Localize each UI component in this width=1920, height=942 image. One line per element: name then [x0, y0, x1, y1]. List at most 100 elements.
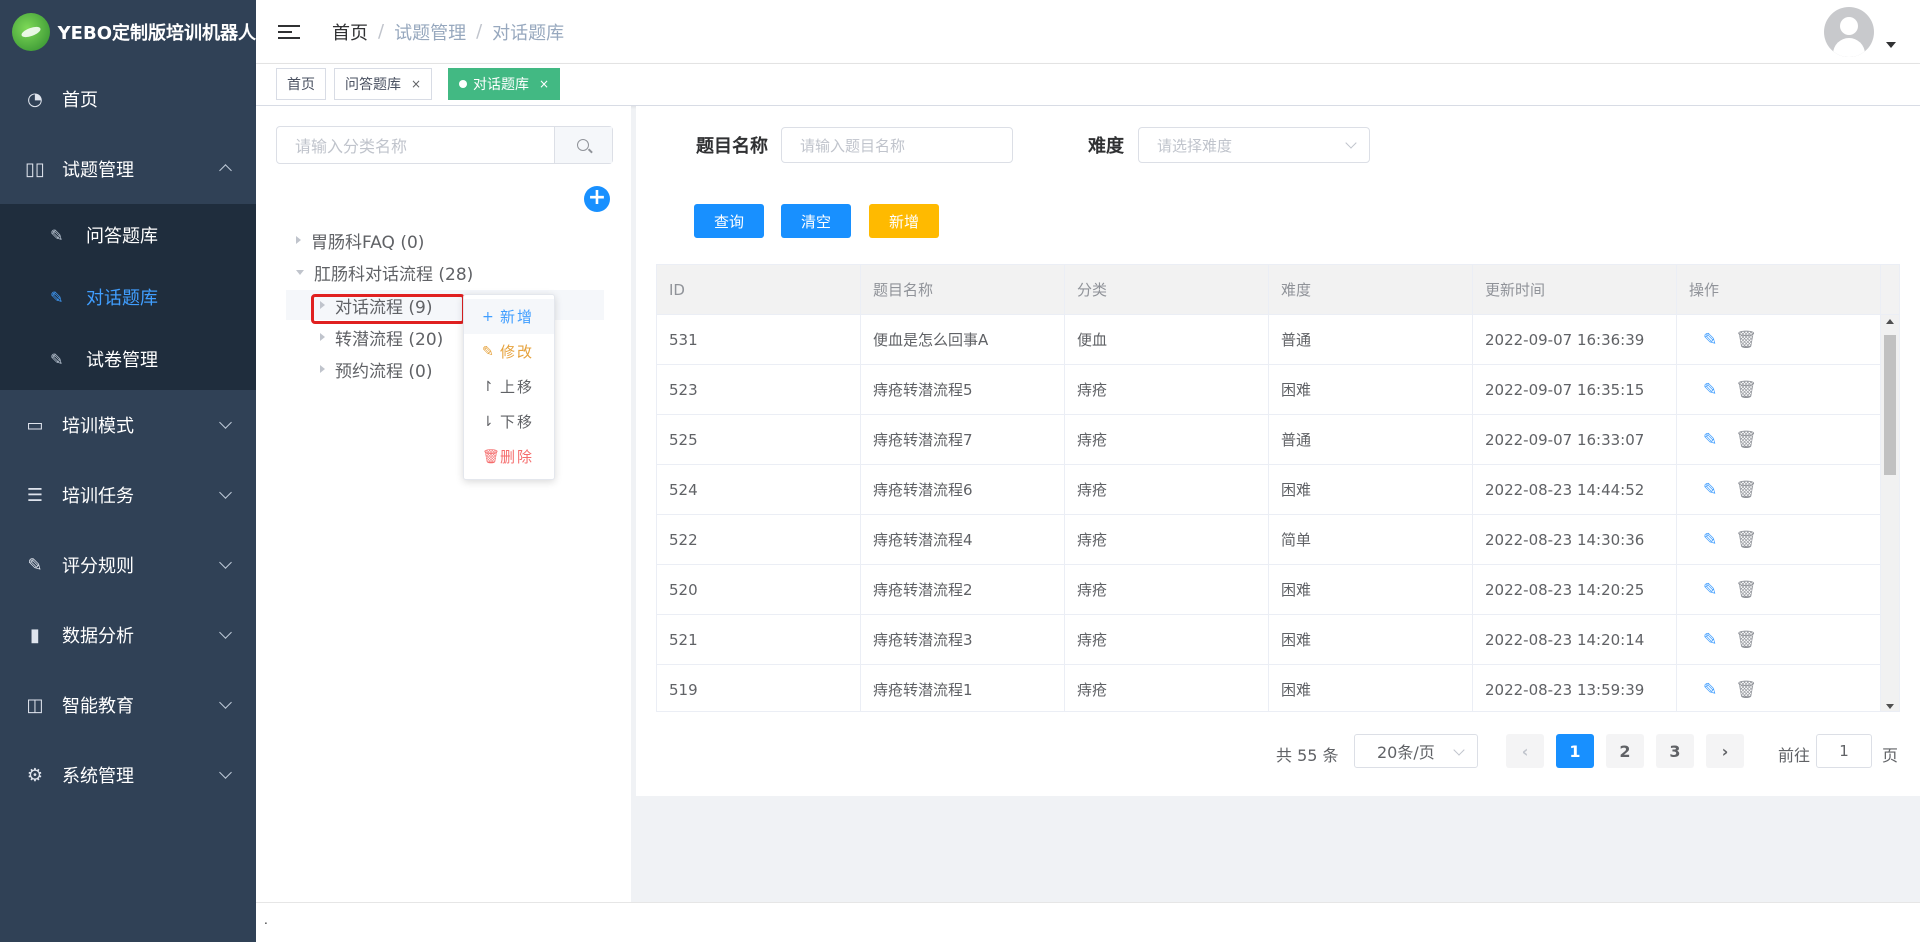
table-cell: 困难 [1269, 665, 1473, 711]
context-menu-label: 下移 [500, 413, 535, 431]
edit-icon[interactable]: ✎ [1703, 630, 1717, 650]
edit-icon[interactable]: ✎ [1703, 430, 1717, 450]
tree-node-label: 肛肠科对话流程 (28) [314, 264, 474, 285]
sidebar-item-system-management[interactable]: ⚙ 系统管理 [0, 740, 256, 810]
column-header[interactable]: 题目名称 [861, 265, 1065, 314]
page-size-select[interactable]: 20条/页 [1354, 734, 1478, 768]
question-name-input[interactable]: 请输入题目名称 [781, 127, 1013, 163]
edit-icon[interactable]: ✎ [1703, 480, 1717, 500]
column-header[interactable]: 更新时间 [1473, 265, 1677, 314]
context-menu: + 新增 ✎ 修改 ↾ 上移 ⇂ 下移 🗑 删除 [463, 294, 555, 480]
scrollbar-thumb[interactable] [1884, 335, 1896, 475]
sidebar-item-smart-education[interactable]: ◫ 智能教育 [0, 670, 256, 740]
chevron-down-icon [219, 766, 232, 779]
sidebar-item-data-analysis[interactable]: ▮ 数据分析 [0, 600, 256, 670]
delete-icon[interactable]: 🗑 [1735, 380, 1757, 400]
avatar[interactable] [1824, 7, 1874, 57]
query-button[interactable]: 查询 [694, 204, 764, 238]
edit-icon[interactable]: ✎ [1703, 380, 1717, 400]
table-cell-actions: ✎ 🗑 [1677, 315, 1881, 364]
caret-down-icon[interactable] [296, 269, 304, 275]
table-cell: 普通 [1269, 415, 1473, 464]
sidebar-item-exam-paper[interactable]: ✎ 试卷管理 [0, 328, 256, 390]
delete-icon[interactable]: 🗑 [1735, 480, 1757, 500]
tree-node[interactable]: 预约流程 (0) [320, 356, 432, 382]
active-dot-icon [459, 80, 467, 88]
tag-dialog-bank[interactable]: 对话题库 × [448, 68, 561, 100]
add-category-button[interactable]: + [584, 186, 610, 212]
delete-icon[interactable]: 🗑 [1735, 580, 1757, 600]
tree-node[interactable]: 胃肠科FAQ (0) [296, 227, 424, 253]
page-number[interactable]: 1 [1556, 734, 1594, 768]
edit-icon[interactable]: ✎ [1703, 580, 1717, 600]
table-cell: 痔疮 [1065, 465, 1269, 514]
search-button[interactable] [554, 127, 612, 163]
delete-icon[interactable]: 🗑 [1735, 630, 1757, 650]
table-cell: 困难 [1269, 465, 1473, 514]
table-cell: 2022-08-23 13:59:39 [1473, 665, 1677, 711]
context-menu-add[interactable]: + 新增 [464, 299, 554, 334]
next-page-button[interactable]: › [1706, 734, 1744, 768]
difficulty-select[interactable]: 请选择难度 [1138, 127, 1370, 163]
category-search: 请输入分类名称 [276, 126, 613, 164]
table-row: 524 痔疮转潜流程6 痔疮 困难 2022-08-23 14:44:52 ✎ 🗑 [657, 465, 1899, 515]
delete-icon[interactable]: 🗑 [1735, 330, 1757, 350]
column-header[interactable]: 难度 [1269, 265, 1473, 314]
sidebar-item-scoring-rules[interactable]: ✎ 评分规则 [0, 530, 256, 600]
tree-node[interactable]: 肛肠科对话流程 (28) [296, 259, 473, 285]
table-body: 531 便血是怎么回事A 便血 普通 2022-09-07 16:36:39 ✎ 🗑 523 痔… [657, 315, 1899, 711]
table-cell: 痔疮转潜流程7 [861, 415, 1065, 464]
table-cell: 痔疮 [1065, 515, 1269, 564]
pagination-total: 共 55 条 [1276, 746, 1339, 765]
tree-node[interactable]: 转潜流程 (20) [320, 324, 443, 350]
close-icon[interactable]: × [411, 77, 421, 91]
monitor-icon: ▭ [26, 414, 44, 436]
sidebar-item-label: 试卷管理 [86, 350, 158, 371]
sidebar-item-home[interactable]: ◔ 首页 [0, 64, 256, 134]
sidebar-item-training-task[interactable]: ☰ 培训任务 [0, 460, 256, 530]
tree-node-label: 转潜流程 (20) [335, 329, 444, 350]
edit-icon[interactable]: ✎ [1703, 330, 1717, 350]
sidebar-item-question-management[interactable]: ▯▯ 试题管理 [0, 134, 256, 204]
context-menu-move-down[interactable]: ⇂ 下移 [464, 404, 554, 439]
close-icon[interactable]: × [539, 77, 549, 91]
breadcrumb-item: 试题管理 [394, 22, 467, 44]
delete-icon[interactable]: 🗑 [1735, 680, 1757, 700]
scroll-down-icon[interactable] [1886, 704, 1894, 709]
edit-icon[interactable]: ✎ [1703, 680, 1717, 700]
goto-page-input[interactable]: 1 [1816, 734, 1872, 768]
caret-right-icon[interactable] [320, 333, 325, 341]
caret-down-icon[interactable] [1886, 42, 1896, 48]
context-menu-move-up[interactable]: ↾ 上移 [464, 369, 554, 404]
clear-button[interactable]: 清空 [781, 204, 851, 238]
table-cell: 困难 [1269, 365, 1473, 414]
tag-home[interactable]: 首页 [276, 68, 326, 100]
table-row: 523 痔疮转潜流程5 痔疮 困难 2022-09-07 16:35:15 ✎ 🗑 [657, 365, 1899, 415]
context-menu-edit[interactable]: ✎ 修改 [464, 334, 554, 369]
delete-icon[interactable]: 🗑 [1735, 430, 1757, 450]
table-scrollbar[interactable] [1881, 315, 1899, 711]
caret-right-icon[interactable] [320, 365, 325, 373]
main-content: 题目名称 请输入题目名称 难度 请选择难度 查询 清空 新增 ID 题目名称 分… [636, 106, 1920, 796]
tag-qa-bank[interactable]: 问答题库 × [334, 68, 433, 100]
column-header[interactable]: 分类 [1065, 265, 1269, 314]
caret-right-icon[interactable] [296, 236, 301, 244]
sidebar-item-dialog-bank[interactable]: ✎ 对话题库 [0, 266, 256, 328]
table-cell: 便血是怎么回事A [861, 315, 1065, 364]
prev-page-button[interactable]: ‹ [1506, 734, 1544, 768]
edit-icon[interactable]: ✎ [1703, 530, 1717, 550]
page-number[interactable]: 2 [1606, 734, 1644, 768]
menu-toggle-icon[interactable] [278, 21, 300, 43]
column-header[interactable]: ID [657, 265, 861, 314]
context-menu-delete[interactable]: 🗑 删除 [464, 439, 554, 474]
sidebar-item-qa-bank[interactable]: ✎ 问答题库 [0, 204, 256, 266]
sidebar-item-label: 评分规则 [62, 556, 134, 577]
scroll-up-icon[interactable] [1886, 319, 1894, 324]
breadcrumb-item[interactable]: 首页 [332, 19, 368, 45]
page-number[interactable]: 3 [1656, 734, 1694, 768]
edit-icon: ✎ [50, 287, 64, 307]
category-search-input[interactable]: 请输入分类名称 [277, 127, 554, 163]
delete-icon[interactable]: 🗑 [1735, 530, 1757, 550]
sidebar-item-training-mode[interactable]: ▭ 培训模式 [0, 390, 256, 460]
add-button[interactable]: 新增 [869, 204, 939, 238]
